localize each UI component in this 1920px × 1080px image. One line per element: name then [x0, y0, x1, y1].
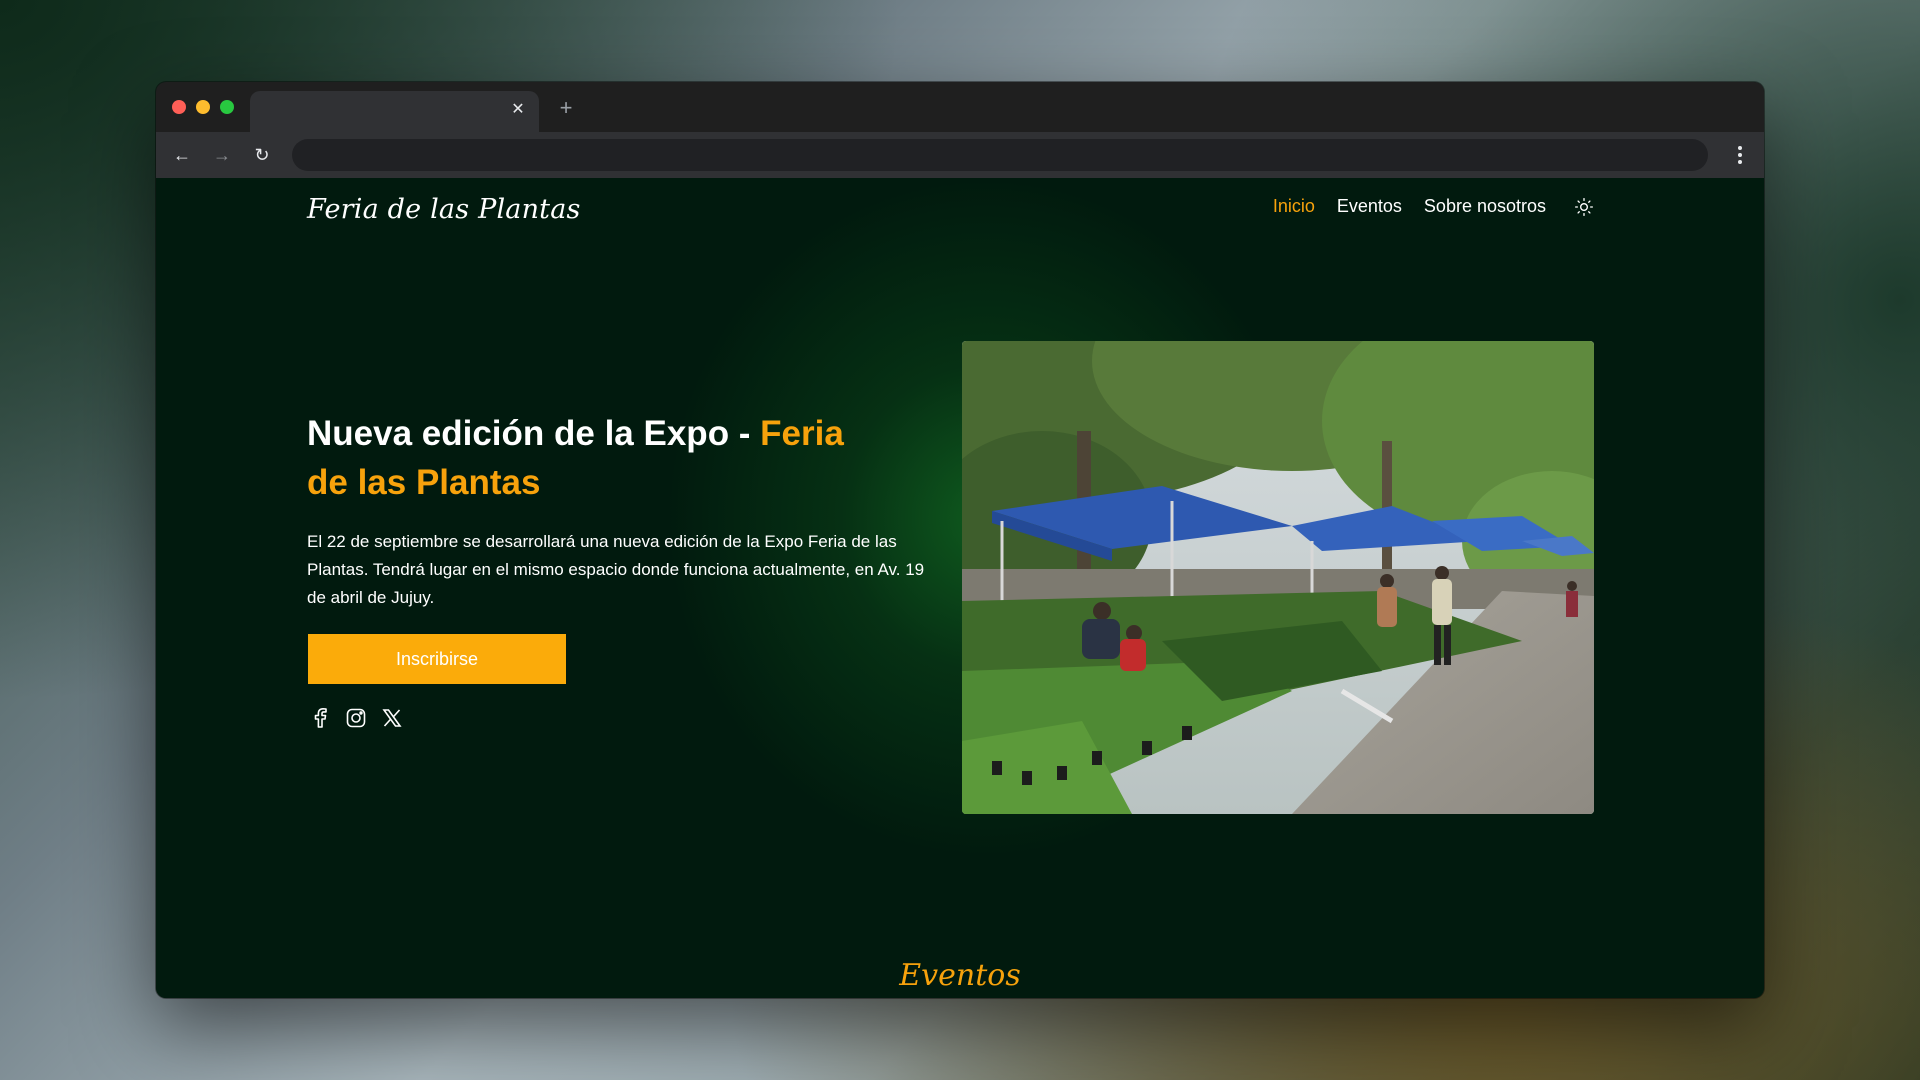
address-bar[interactable]: [292, 139, 1708, 171]
x-icon[interactable]: [380, 706, 404, 730]
site-logo[interactable]: Feria de las Plantas: [307, 194, 581, 225]
browser-tab-bar: ✕ +: [156, 82, 1764, 132]
nav-inicio[interactable]: Inicio: [1273, 196, 1315, 217]
new-tab-button[interactable]: +: [554, 96, 578, 120]
instagram-icon[interactable]: [344, 706, 368, 730]
browser-menu-icon[interactable]: [1730, 143, 1750, 167]
nav-eventos[interactable]: Eventos: [1337, 196, 1402, 217]
forward-button[interactable]: →: [210, 143, 234, 167]
web-page: Feria de las Plantas Inicio Eventos Sobr…: [156, 178, 1764, 998]
browser-window: ✕ + ← → ↻ Feria de las Plantas Inicio Ev…: [156, 82, 1764, 998]
nav-sobre-nosotros[interactable]: Sobre nosotros: [1424, 196, 1546, 217]
facebook-icon[interactable]: [308, 706, 332, 730]
eventos-section-title: Eventos: [899, 958, 1021, 993]
inscribirse-button[interactable]: Inscribirse: [308, 634, 566, 684]
plant-fair-photo-illustration: [962, 341, 1594, 814]
social-links: [308, 706, 416, 730]
maximize-window-button[interactable]: [220, 100, 234, 114]
reload-button[interactable]: ↻: [250, 143, 274, 167]
back-button[interactable]: ←: [170, 143, 194, 167]
hero-description: El 22 de septiembre se desarrollará una …: [307, 532, 925, 607]
close-window-button[interactable]: [172, 100, 186, 114]
browser-toolbar: ← → ↻: [156, 132, 1764, 178]
browser-tab[interactable]: ✕: [250, 91, 539, 132]
hero-title-main: Nueva edición de la Expo -: [307, 414, 761, 453]
main-nav: Inicio Eventos Sobre nosotros: [1251, 196, 1594, 217]
minimize-window-button[interactable]: [196, 100, 210, 114]
plant-fair-photo: [962, 341, 1594, 814]
close-tab-icon[interactable]: ✕: [507, 99, 529, 121]
hero-title: Nueva edición de la Expo - Feria de las …: [307, 409, 887, 507]
sun-icon[interactable]: [1574, 197, 1594, 217]
